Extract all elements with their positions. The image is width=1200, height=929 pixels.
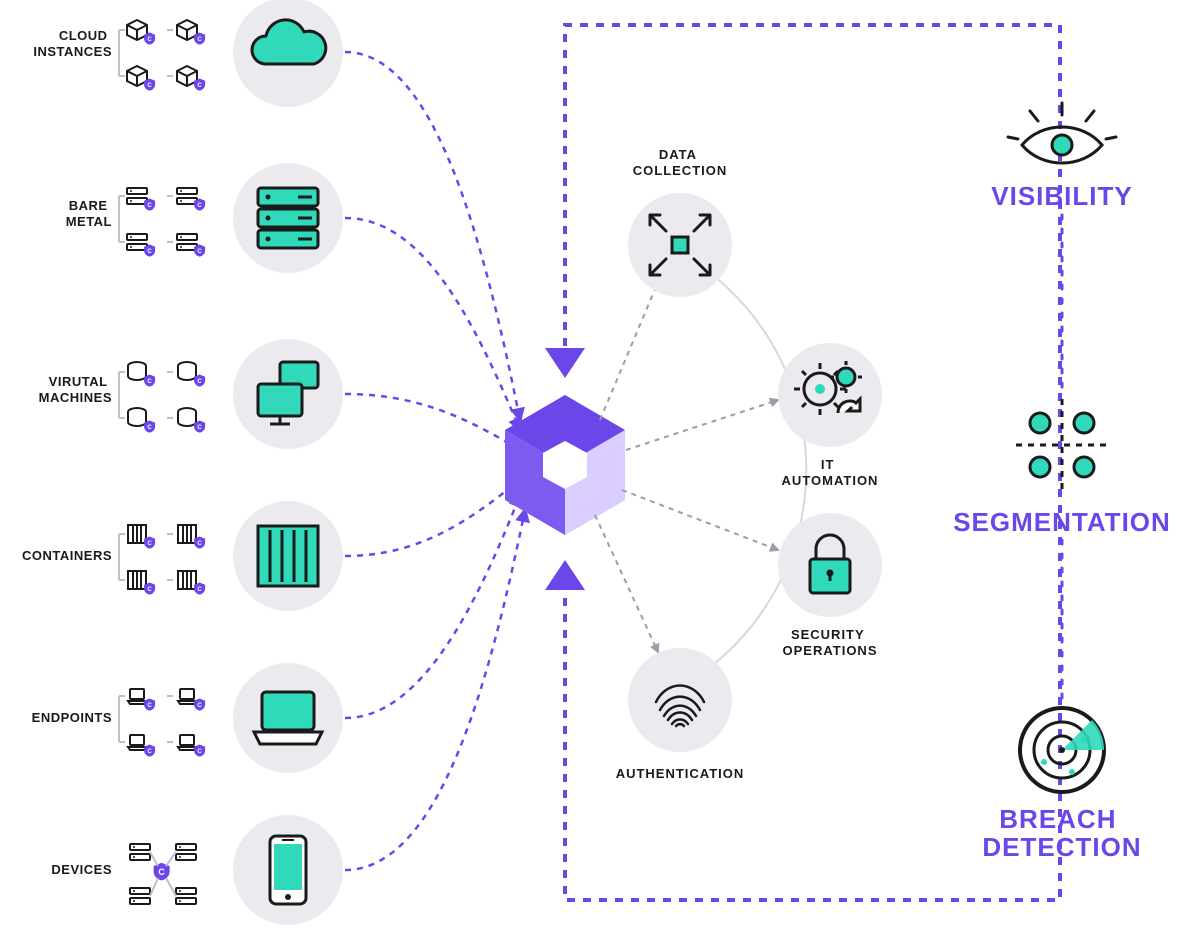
- source-label: DEVICES: [51, 862, 112, 877]
- source-icon-server: [233, 163, 343, 273]
- mini-icons: [119, 362, 205, 433]
- source-row-virtual-machines: VIRUTAL MACHINES: [39, 339, 343, 449]
- source-label: BARE METAL: [66, 197, 112, 229]
- source-label: ENDPOINTS: [32, 710, 112, 725]
- radar-icon: [1020, 708, 1104, 792]
- sources-column: CLOUD INSTANCES BARE METAL: [22, 0, 343, 925]
- mini-icons: [119, 525, 205, 595]
- outcomes: VISIBILITY SEGMENTATION: [953, 103, 1171, 862]
- server-icon: [258, 188, 318, 248]
- container-icon: [258, 526, 318, 586]
- stage-data-collection: DATA COLLECTION: [628, 147, 732, 297]
- source-label: VIRUTAL MACHINES: [39, 373, 112, 405]
- eye-icon: [1008, 103, 1116, 163]
- center-logo: [505, 395, 625, 535]
- source-connectors: [345, 52, 525, 870]
- mini-icons: [119, 188, 205, 257]
- phone-icon: [270, 836, 306, 904]
- source-label: CONTAINERS: [22, 548, 112, 563]
- hex-logo-icon: [505, 395, 625, 535]
- source-row-bare-metal: BARE METAL: [66, 163, 343, 273]
- source-row-cloud: CLOUD INSTANCES: [33, 0, 343, 107]
- source-row-endpoints: ENDPOINTS: [32, 663, 343, 773]
- stage-arc: [675, 250, 806, 690]
- outcome-label: SEGMENTATION: [953, 507, 1171, 537]
- source-row-devices: DEVICES: [51, 815, 343, 925]
- laptop-icon: [254, 692, 322, 744]
- source-row-containers: CONTAINERS: [22, 501, 343, 611]
- stage-it-automation: IT AUTOMATION: [778, 343, 882, 488]
- outcome-label: VISIBILITY: [991, 181, 1132, 211]
- stage-authentication: AUTHENTICATION: [616, 648, 745, 781]
- stage-label: DATA COLLECTION: [633, 147, 728, 178]
- mini-icons: [119, 689, 205, 757]
- stages: DATA COLLECTION IT AUTOMATION: [616, 147, 882, 781]
- mini-icons: [119, 20, 205, 91]
- source-icon-phone: [233, 815, 343, 925]
- stage-label: AUTHENTICATION: [616, 766, 745, 781]
- mini-icons-network: [130, 844, 196, 904]
- stage-label: SECURITY OPERATIONS: [783, 627, 878, 658]
- source-icon-container: [233, 501, 343, 611]
- source-icon-cloud: [233, 0, 343, 107]
- stage-label: IT AUTOMATION: [782, 457, 879, 488]
- source-label: CLOUD INSTANCES: [33, 27, 112, 59]
- stage-security-operations: SECURITY OPERATIONS: [778, 513, 882, 658]
- outcome-segmentation: SEGMENTATION: [953, 399, 1171, 537]
- source-icon-desktop: [233, 339, 343, 449]
- outcome-label: BREACH DETECTION: [982, 804, 1141, 862]
- source-icon-laptop: [233, 663, 343, 773]
